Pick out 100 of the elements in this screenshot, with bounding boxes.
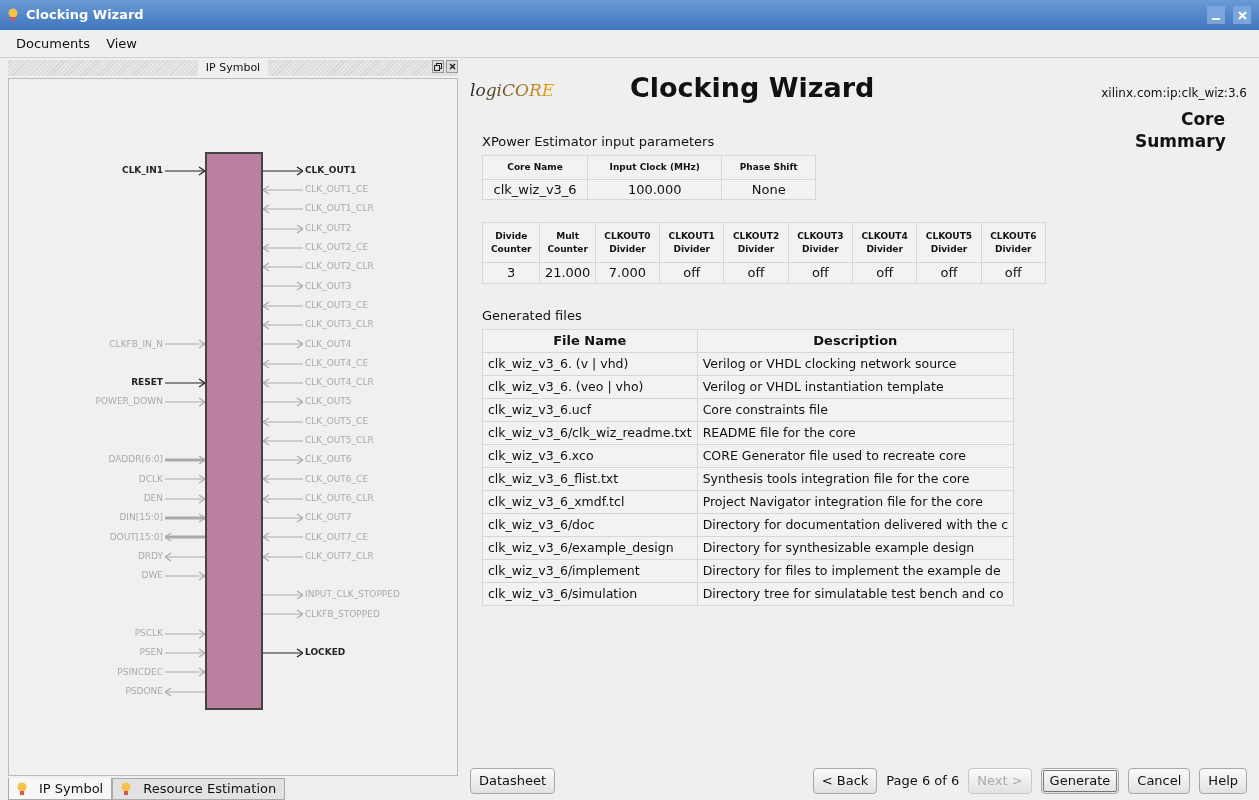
pin-label: DADDR[6:0] [108, 453, 163, 467]
pin-label: CLK_OUT1_CE [305, 183, 369, 197]
table-cell: Directory for documentation delivered with the c [697, 513, 1014, 537]
table-cell: clk_wiz_v3_6 [482, 179, 588, 200]
table-cell: Project Navigator integration file for the core [697, 490, 1014, 514]
pin-label: CLK_OUT4_CE [305, 356, 369, 370]
page-indicator: Page 6 of 6 [886, 772, 960, 791]
pin-label: CLK_OUT5 [305, 395, 352, 409]
pin-label: DOUT[15:0] [109, 530, 163, 544]
table-cell: 3 [482, 262, 540, 283]
pin-label: CLK_IN1 [122, 163, 163, 177]
table-cell: Directory for synthesizable example design [697, 536, 1014, 560]
pin-label: PSCLK [134, 627, 163, 640]
lightbulb-icon [8, 8, 18, 22]
column-header: Input Clock (MHz) [587, 155, 722, 179]
generate-button[interactable]: Generate [1040, 768, 1120, 794]
table-cell: clk_wiz_v3_6.ucf [482, 398, 698, 422]
close-button[interactable] [446, 60, 458, 73]
table-cell: clk_wiz_v3_6/example_design [482, 536, 698, 560]
ip-identifier: xilinx.com:ip:clk_wiz:3.6 [1101, 85, 1247, 102]
table-cell: 7.000 [595, 262, 660, 283]
pin-label: INPUT_CLK_STOPPED [305, 588, 400, 602]
help-button[interactable]: Help [1199, 768, 1247, 794]
pin-label: DIN[15:0] [119, 511, 163, 525]
pin-label: CLK_OUT6_CE [305, 472, 369, 486]
pin-label: CLK_OUT7_CLR [305, 549, 374, 563]
table-cell: clk_wiz_v3_6/implement [482, 559, 698, 583]
restore-button[interactable] [432, 60, 444, 73]
table-cell: Verilog or VHDL instantiation template [697, 375, 1014, 399]
pin-label: CLK_OUT6_CLR [305, 491, 374, 505]
pin-label: PSEN [139, 646, 163, 660]
pin-label: CLK_OUT5_CLR [305, 434, 374, 448]
pin-label: CLKFB_IN_N [109, 337, 163, 351]
table-cell: README file for the core [697, 421, 1014, 445]
table-cell: clk_wiz_v3_6.xco [482, 444, 698, 468]
datasheet-button[interactable]: Datasheet [470, 768, 556, 794]
table-cell: Core constraints file [697, 398, 1014, 422]
table-caption: Generated files [482, 306, 582, 325]
column-header: CLKOUT1 Divider [659, 222, 724, 263]
table-cell: off [659, 262, 724, 283]
pin-label: PSDONE [125, 684, 163, 698]
column-header: File Name [482, 329, 698, 353]
table-cell: off [916, 262, 982, 283]
column-header: CLKOUT0 Divider [595, 222, 660, 263]
pin-label: CLKFB_STOPPED [305, 607, 380, 621]
cancel-button[interactable]: Cancel [1128, 768, 1191, 794]
pin-label: DCLK [138, 472, 163, 486]
pin-label: CLK_OUT2_CE [305, 241, 369, 255]
minimize-icon [1212, 18, 1220, 20]
column-header: Divide Counter [482, 222, 540, 263]
pin-label: CLK_OUT3_CE [305, 298, 369, 312]
pin-label: LOCKED [305, 646, 346, 660]
table-caption: XPower Estimator input parameters [482, 133, 715, 151]
table-cell: 100.000 [587, 179, 722, 200]
panel-tab[interactable]: Resource Estimation [112, 778, 286, 800]
page-heading: Clocking Wizard [630, 71, 875, 105]
pin-label: CLK_OUT3_CLR [305, 318, 374, 332]
pin-label: CLK_OUT7_CE [305, 530, 369, 544]
pin-label: CLK_OUT4_CLR [305, 376, 374, 390]
table-cell: clk_wiz_v3_6/clk_wiz_readme.txt [482, 421, 698, 445]
table-cell: Synthesis tools integration file for the core [697, 467, 1014, 491]
back-button[interactable]: < Back [812, 768, 878, 794]
table-cell: Directory for files to implement the example de [697, 559, 1014, 583]
table-cell: clk_wiz_v3_6. (veo | vho) [482, 375, 698, 399]
pin-label: CLK_OUT1 [305, 163, 357, 177]
pin-label: CLK_OUT5_CE [305, 414, 369, 428]
pin-label: CLK_OUT3 [305, 279, 352, 293]
panel-title: IP Symbol [197, 59, 269, 77]
table-cell: clk_wiz_v3_6_xmdf.tcl [482, 490, 698, 514]
restore-icon [434, 62, 442, 71]
column-header: Mult Counter [539, 222, 596, 263]
table-cell: None [721, 179, 816, 200]
menu-item[interactable]: Documents [16, 33, 91, 54]
column-header: CLKOUT3 Divider [788, 222, 853, 263]
column-header: Phase Shift [721, 155, 816, 179]
pin-label: DWE [141, 569, 163, 583]
pin-label: CLK_OUT4 [305, 337, 352, 351]
table-cell: off [981, 262, 1046, 283]
pin-label: PSINCDEC [117, 665, 163, 679]
menu-item[interactable]: View [106, 33, 137, 54]
pin-label: POWER_DOWN [95, 395, 163, 409]
section-title: Core Summary [1135, 108, 1225, 152]
pin-label: RESET [131, 376, 163, 390]
column-header: CLKOUT4 Divider [852, 222, 917, 263]
table-cell: off [788, 262, 853, 283]
pin-label: DEN [143, 491, 163, 505]
table-cell: clk_wiz_v3_6/doc [482, 513, 698, 537]
pin-label: CLK_OUT1_CLR [305, 202, 374, 216]
panel-tab[interactable]: IP Symbol [8, 778, 113, 800]
table-cell: clk_wiz_v3_6_flist.txt [482, 467, 698, 491]
window-title: Clocking Wizard [26, 6, 144, 25]
column-header: Core Name [482, 155, 588, 179]
table-cell: clk_wiz_v3_6. (v | vhd) [482, 352, 698, 376]
column-header: CLKOUT6 Divider [981, 222, 1046, 263]
table-cell: off [723, 262, 789, 283]
table-cell: CORE Generator file used to recreate core [697, 444, 1014, 468]
pin-label: CLK_OUT6 [305, 453, 352, 467]
lightbulb-icon [121, 782, 132, 796]
column-header: CLKOUT5 Divider [916, 222, 982, 263]
pin-label: CLK_OUT2_CLR [305, 260, 374, 274]
